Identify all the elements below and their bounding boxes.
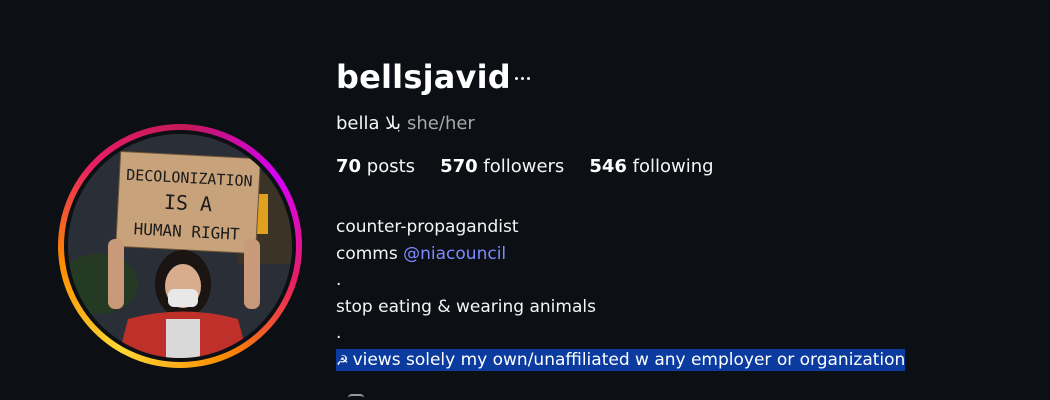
avatar-story-ring[interactable]: DECOLONIZATION IS A HUMAN RIGHT — [58, 124, 302, 368]
posts-count: 70 — [336, 156, 362, 177]
link-icon[interactable] — [348, 394, 364, 400]
sign-text-line-2: IS A — [163, 190, 212, 216]
bio-line: . — [336, 270, 342, 290]
profile-name-line: bella بلا she/her — [336, 113, 475, 134]
bio-line-prefix: comms — [336, 243, 404, 264]
dot — [520, 76, 524, 80]
posts-label: posts — [366, 156, 416, 177]
following-stat[interactable]: 546 following — [589, 156, 713, 177]
bio-line: stop eating & wearing animals — [336, 296, 596, 317]
followers-stat[interactable]: 570 followers — [440, 156, 564, 177]
profile-display-name: bella بلا — [336, 113, 402, 134]
avatar-gap: DECOLONIZATION IS A HUMAN RIGHT — [64, 130, 296, 362]
bio-line: comms @niacouncil — [336, 241, 905, 268]
bio-line: ☭ views solely my own/unaffiliated w any … — [336, 347, 906, 374]
following-label: following — [632, 156, 714, 177]
ellipsis-icon[interactable] — [510, 66, 534, 90]
profile-stats: 70 posts 570 followers 546 following — [336, 156, 714, 177]
dot — [514, 76, 518, 80]
profile-pronouns: she/her — [407, 113, 475, 134]
hammer-sickle-icon: ☭ — [336, 352, 349, 369]
followers-count: 570 — [440, 156, 478, 177]
mention-link[interactable]: @niacouncil — [403, 244, 506, 264]
dot — [526, 76, 530, 80]
bio-disclaimer-text: views solely my own/unaffiliated w any e… — [352, 349, 906, 370]
followers-label: followers — [483, 156, 565, 177]
posts-stat[interactable]: 70 posts — [336, 156, 415, 177]
avatar[interactable]: DECOLONIZATION IS A HUMAN RIGHT — [68, 134, 292, 358]
profile-page: DECOLONIZATION IS A HUMAN RIGHT bellsjav… — [0, 0, 1050, 400]
bio-line: counter-propagandist — [336, 217, 519, 237]
following-count: 546 — [589, 156, 627, 177]
bio-line: . — [336, 323, 342, 343]
selected-text: ☭ views solely my own/unaffiliated w any … — [336, 348, 906, 371]
profile-bio: counter-propagandist comms @niacouncil .… — [336, 214, 906, 374]
profile-username: bellsjavid — [336, 58, 511, 96]
avatar-photo-illustration: DECOLONIZATION IS A HUMAN RIGHT — [68, 134, 292, 358]
